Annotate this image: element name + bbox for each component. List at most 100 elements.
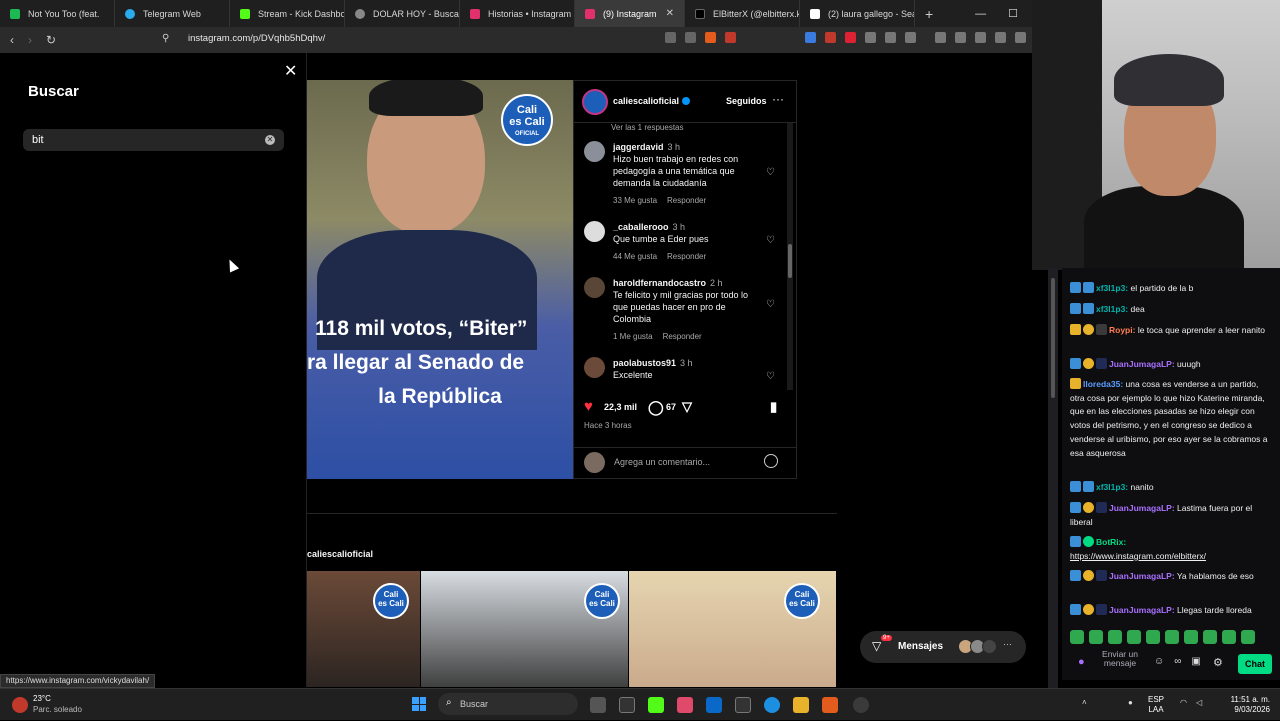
heart-icon[interactable]: ♡ bbox=[766, 167, 775, 179]
extension-icon[interactable] bbox=[865, 32, 876, 43]
view-replies-link[interactable]: Ver las 1 respuestas bbox=[611, 123, 683, 132]
emoji-icon[interactable] bbox=[764, 454, 778, 468]
mic-tray-icon[interactable]: ● bbox=[1128, 698, 1133, 707]
avatar[interactable] bbox=[584, 357, 605, 378]
mic-icon[interactable]: ● bbox=[1078, 656, 1085, 668]
app-icon[interactable] bbox=[648, 697, 664, 713]
gear-icon[interactable]: ⚙ bbox=[1213, 656, 1223, 669]
tab-x[interactable]: (2) laura gallego - Sear bbox=[800, 0, 915, 27]
new-tab-icon[interactable]: + bbox=[915, 6, 943, 22]
brave-shield-icon[interactable] bbox=[705, 32, 716, 43]
weather-icon[interactable] bbox=[12, 697, 28, 713]
emote-icon[interactable] bbox=[1203, 630, 1217, 644]
tab-kick[interactable]: Stream - Kick Dashboa bbox=[230, 0, 345, 27]
tab-music[interactable]: Not You Too (feat. bbox=[0, 0, 115, 27]
media-icon[interactable] bbox=[935, 32, 946, 43]
chat-username[interactable]: Roypi: bbox=[1109, 325, 1135, 335]
emote-icon[interactable] bbox=[1108, 630, 1122, 644]
related-post-thumbnail[interactable]: Cali es Cali bbox=[421, 571, 628, 687]
heart-icon[interactable]: ♡ bbox=[766, 371, 775, 383]
chat-link[interactable]: https://www.instagram.com/elbitterx/ bbox=[1070, 551, 1206, 561]
vpn-icon[interactable] bbox=[1015, 32, 1026, 43]
forward-icon[interactable]: › bbox=[28, 33, 32, 47]
cast-icon[interactable] bbox=[665, 32, 676, 43]
avatar[interactable] bbox=[584, 221, 605, 242]
wallet-icon[interactable] bbox=[975, 32, 986, 43]
emoji-icon[interactable]: ☺ bbox=[1154, 656, 1164, 667]
emote-icon[interactable] bbox=[1127, 630, 1141, 644]
chat-scrollbar[interactable] bbox=[1048, 268, 1058, 688]
puzzle-icon[interactable] bbox=[885, 32, 896, 43]
heart-filled-icon[interactable]: ♥ bbox=[584, 399, 593, 415]
comment-user[interactable]: jaggerdavid bbox=[613, 142, 664, 152]
emote-icon[interactable] bbox=[1089, 630, 1103, 644]
clock[interactable]: 11:51 a. m. 9/03/2026 bbox=[1210, 695, 1270, 715]
chat-username[interactable]: lloreda35: bbox=[1083, 379, 1123, 389]
wifi-icon[interactable]: ◠ bbox=[1180, 698, 1187, 707]
volume-icon[interactable]: ◁ bbox=[1196, 698, 1202, 707]
chat-username[interactable]: xf3l1p3: bbox=[1096, 482, 1128, 492]
emote-icon[interactable] bbox=[1165, 630, 1179, 644]
comment-likes[interactable]: 1 Me gusta bbox=[613, 332, 653, 341]
chat-username[interactable]: BotRix: bbox=[1096, 537, 1126, 547]
scrollbar-thumb[interactable] bbox=[1051, 278, 1055, 398]
close-tab-icon[interactable]: ✕ bbox=[660, 8, 674, 19]
heart-icon[interactable]: ♡ bbox=[766, 235, 775, 247]
url-field[interactable]: instagram.com/p/DVqhb5hDqhv/ bbox=[188, 33, 325, 44]
emote-icon[interactable] bbox=[1070, 630, 1084, 644]
emote-icon[interactable] bbox=[1222, 630, 1236, 644]
share-page-icon[interactable] bbox=[685, 32, 696, 43]
emote-icon[interactable] bbox=[1241, 630, 1255, 644]
app-icon[interactable] bbox=[677, 697, 693, 713]
brave-icon[interactable] bbox=[822, 697, 838, 713]
tab-google[interactable]: DOLAR HOY - Buscar c bbox=[345, 0, 460, 27]
comments-scrollbar[interactable] bbox=[787, 123, 793, 390]
chat-username[interactable]: JuanJumagaLP: bbox=[1109, 503, 1175, 513]
extension-icon[interactable] bbox=[825, 32, 836, 43]
language-indicator[interactable]: ESP LAA bbox=[1148, 695, 1164, 715]
comment-user[interactable]: paolabustos91 bbox=[613, 358, 676, 368]
taskbar-search[interactable]: ⌕ Buscar bbox=[438, 693, 578, 715]
chat-input[interactable]: Enviar un mensaje bbox=[1090, 650, 1150, 676]
scrollbar-thumb[interactable] bbox=[788, 244, 792, 278]
paper-plane-icon[interactable]: ▽ bbox=[682, 399, 692, 415]
speech-bubble-icon[interactable]: ◯ bbox=[648, 399, 664, 416]
obs-icon[interactable] bbox=[853, 697, 869, 713]
edge-icon[interactable] bbox=[764, 697, 780, 713]
chevron-up-icon[interactable]: ˄ bbox=[1082, 698, 1087, 707]
translate-icon[interactable] bbox=[805, 32, 816, 43]
reply-link[interactable]: Responder bbox=[667, 252, 706, 261]
messages-button[interactable]: ▽ 9+ Mensajes ··· bbox=[860, 631, 1026, 663]
sidebar-icon[interactable] bbox=[955, 32, 966, 43]
related-post-thumbnail[interactable]: Cali es Cali bbox=[307, 571, 420, 687]
tab-instagram-stories[interactable]: Historias • Instagram bbox=[460, 0, 575, 27]
following-button[interactable]: Seguidos bbox=[726, 96, 767, 106]
comment-likes[interactable]: 33 Me gusta bbox=[613, 196, 657, 205]
chat-username[interactable]: JuanJumagaLP: bbox=[1109, 571, 1175, 581]
chat-username[interactable]: xf3l1p3: bbox=[1096, 304, 1128, 314]
chat-username[interactable]: JuanJumagaLP: bbox=[1109, 359, 1175, 369]
chat-send-button[interactable]: Chat bbox=[1238, 654, 1272, 674]
store-icon[interactable] bbox=[706, 697, 722, 713]
reply-link[interactable]: Responder bbox=[663, 332, 702, 341]
comment-input[interactable]: Agrega un comentario... bbox=[614, 457, 710, 467]
related-post-thumbnail[interactable]: Cali es Cali bbox=[629, 571, 836, 687]
more-posts-heading[interactable]: caliescalioficial bbox=[307, 549, 373, 559]
heart-icon[interactable]: ♡ bbox=[766, 299, 775, 311]
author-username[interactable]: caliescalioficial bbox=[613, 96, 691, 106]
leo-icon[interactable] bbox=[995, 32, 1006, 43]
app-icon[interactable] bbox=[619, 697, 635, 713]
tab-tiktok[interactable]: ElBitterX (@elbitterx.k bbox=[685, 0, 800, 27]
extension-icon[interactable] bbox=[845, 32, 856, 43]
chat-username[interactable]: xf3l1p3: bbox=[1096, 283, 1128, 293]
points-icon[interactable]: ∞ bbox=[1174, 656, 1181, 667]
reload-icon[interactable]: ↻ bbox=[46, 33, 56, 47]
maximize-icon[interactable]: ☐ bbox=[1008, 7, 1018, 20]
minimize-icon[interactable]: — bbox=[975, 8, 986, 20]
chat-username[interactable]: JuanJumagaLP: bbox=[1109, 605, 1175, 615]
comment-user[interactable]: _caballerooo bbox=[613, 222, 669, 232]
clear-circle-icon[interactable]: ✕ bbox=[265, 135, 275, 145]
back-icon[interactable]: ‹ bbox=[10, 33, 14, 47]
search-input[interactable]: bit ✕ bbox=[23, 129, 284, 151]
more-options-icon[interactable]: ··· bbox=[772, 92, 784, 106]
